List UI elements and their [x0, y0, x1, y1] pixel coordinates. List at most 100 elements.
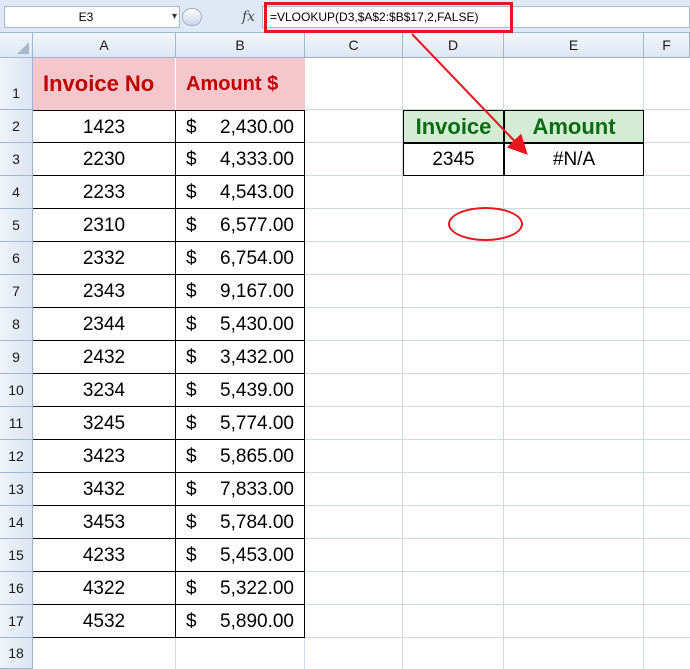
amount-value: 7,833.00: [220, 479, 294, 500]
formula-bar: E3 ▾ fx =VLOOKUP(D3,$A$2:$B$17,2,FALSE): [0, 0, 690, 33]
amount-cell[interactable]: $5,322.00: [176, 572, 305, 605]
lookup-header-invoice[interactable]: Invoice: [403, 110, 504, 143]
select-all-corner[interactable]: [0, 33, 33, 57]
invoice-cell[interactable]: 2233: [33, 176, 176, 209]
header-amount-text: Amount $: [186, 73, 279, 95]
currency-symbol: $: [186, 314, 197, 335]
amount-cell[interactable]: $4,333.00: [176, 143, 305, 176]
invoice-cell[interactable]: 3453: [33, 506, 176, 539]
invoice-cell[interactable]: 3245: [33, 407, 176, 440]
row-header-4[interactable]: 4: [0, 176, 33, 209]
row-header-5[interactable]: 5: [0, 209, 33, 242]
invoice-cell[interactable]: 2230: [33, 143, 176, 176]
currency-symbol: $: [186, 117, 197, 138]
amount-cell[interactable]: $5,439.00: [176, 374, 305, 407]
row-header-14[interactable]: 14: [0, 506, 33, 539]
invoice-cell[interactable]: 2344: [33, 308, 176, 341]
formula-bar-splitter-handle[interactable]: [182, 8, 202, 26]
column-header-f[interactable]: F: [644, 33, 690, 57]
row-header-17[interactable]: 17: [0, 605, 33, 638]
currency-symbol: $: [186, 182, 197, 203]
currency-symbol: $: [186, 512, 197, 533]
invoice-cell[interactable]: 3432: [33, 473, 176, 506]
row-header-7[interactable]: 7: [0, 275, 33, 308]
lookup-invoice-cell[interactable]: 2345: [403, 143, 504, 176]
row-header-13[interactable]: 13: [0, 473, 33, 506]
header-invoice-no-text: Invoice No: [43, 71, 155, 96]
invoice-cell[interactable]: 4233: [33, 539, 176, 572]
invoice-cell[interactable]: 2332: [33, 242, 176, 275]
row-header-2[interactable]: 2: [0, 110, 33, 143]
row-header-8[interactable]: 8: [0, 308, 33, 341]
column-header-c[interactable]: C: [305, 33, 403, 57]
row-header-1[interactable]: 1: [0, 58, 33, 110]
amount-cell[interactable]: $6,577.00: [176, 209, 305, 242]
currency-symbol: $: [186, 578, 197, 599]
invoice-cell[interactable]: 4322: [33, 572, 176, 605]
insert-function-icon[interactable]: fx: [242, 6, 255, 28]
column-header-e[interactable]: E: [504, 33, 644, 57]
amount-value: 4,333.00: [220, 149, 294, 170]
header-cell-amount[interactable]: Amount $: [176, 58, 305, 110]
amount-value: 4,543.00: [220, 182, 294, 203]
amount-value: 5,430.00: [220, 314, 294, 335]
row-header-9[interactable]: 9: [0, 341, 33, 374]
amount-value: 5,439.00: [220, 380, 294, 401]
spreadsheet-grid[interactable]: Invoice No Amount $ 1423 $2,430.00 2230 $4,…: [33, 58, 690, 669]
lookup-header-amount[interactable]: Amount: [504, 110, 644, 143]
column-header-a[interactable]: A: [33, 33, 176, 57]
amount-cell[interactable]: $9,167.00: [176, 275, 305, 308]
select-all-triangle-icon: [17, 42, 29, 54]
amount-cell[interactable]: $7,833.00: [176, 473, 305, 506]
invoice-cell[interactable]: 2432: [33, 341, 176, 374]
amount-value: 6,754.00: [220, 248, 294, 269]
lookup-result-cell[interactable]: #N/A: [504, 143, 644, 176]
invoice-cell[interactable]: 3234: [33, 374, 176, 407]
row-header-12[interactable]: 12: [0, 440, 33, 473]
currency-symbol: $: [186, 347, 197, 368]
amount-value: 5,774.00: [220, 413, 294, 434]
currency-symbol: $: [186, 215, 197, 236]
amount-value: 9,167.00: [220, 281, 294, 302]
amount-cell[interactable]: $5,430.00: [176, 308, 305, 341]
invoice-cell[interactable]: 3423: [33, 440, 176, 473]
invoice-highlight-oval: [448, 207, 523, 241]
row-header-3[interactable]: 3: [0, 143, 33, 176]
name-box-value: E3: [78, 10, 94, 24]
amount-cell[interactable]: $6,754.00: [176, 242, 305, 275]
amount-value: 5,784.00: [220, 512, 294, 533]
name-box[interactable]: E3 ▾: [4, 6, 180, 28]
row-header-18[interactable]: 18: [0, 638, 33, 669]
amount-value: 3,432.00: [220, 347, 294, 368]
amount-cell[interactable]: $5,784.00: [176, 506, 305, 539]
currency-symbol: $: [186, 380, 197, 401]
amount-cell[interactable]: $2,430.00: [176, 110, 305, 143]
currency-symbol: $: [186, 611, 197, 632]
amount-cell[interactable]: $3,432.00: [176, 341, 305, 374]
invoice-cell[interactable]: 4532: [33, 605, 176, 638]
row-header-10[interactable]: 10: [0, 374, 33, 407]
chevron-down-icon[interactable]: ▾: [172, 7, 177, 27]
invoice-cell[interactable]: 1423: [33, 110, 176, 143]
currency-symbol: $: [186, 446, 197, 467]
amount-value: 5,890.00: [220, 611, 294, 632]
amount-cell[interactable]: $5,890.00: [176, 605, 305, 638]
column-header-row: ABCDEF: [0, 33, 690, 58]
row-header-15[interactable]: 15: [0, 539, 33, 572]
amount-cell[interactable]: $5,865.00: [176, 440, 305, 473]
header-cell-invoice-no[interactable]: Invoice No: [33, 58, 176, 110]
formula-highlight-box: [264, 2, 513, 33]
column-header-d[interactable]: D: [403, 33, 504, 57]
row-header-11[interactable]: 11: [0, 407, 33, 440]
amount-value: 2,430.00: [220, 117, 294, 138]
invoice-cell[interactable]: 2343: [33, 275, 176, 308]
amount-value: 5,865.00: [220, 446, 294, 467]
row-header-6[interactable]: 6: [0, 242, 33, 275]
row-header-16[interactable]: 16: [0, 572, 33, 605]
amount-cell[interactable]: $5,453.00: [176, 539, 305, 572]
invoice-cell[interactable]: 2310: [33, 209, 176, 242]
currency-symbol: $: [186, 413, 197, 434]
amount-cell[interactable]: $5,774.00: [176, 407, 305, 440]
column-header-b[interactable]: B: [176, 33, 305, 57]
amount-cell[interactable]: $4,543.00: [176, 176, 305, 209]
